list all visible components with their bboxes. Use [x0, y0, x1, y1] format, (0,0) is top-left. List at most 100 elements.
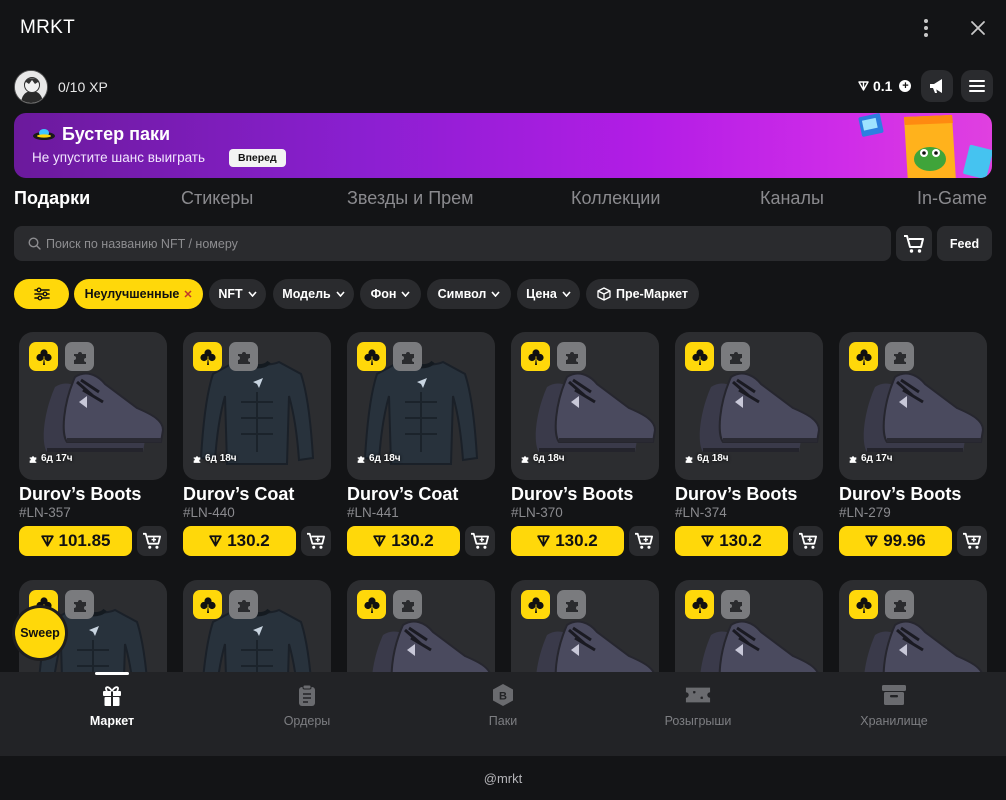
nav-giveaways[interactable]: Розыгрыши [600, 672, 796, 756]
puzzle-icon [885, 342, 914, 371]
filter-unupgraded-label: Неулучшенные [84, 287, 180, 301]
cube-icon [597, 287, 611, 301]
nft-number: #LN-374 [675, 505, 727, 520]
announcements-button[interactable] [921, 70, 953, 102]
puzzle-icon [721, 590, 750, 619]
nft-image[interactable] [347, 580, 495, 672]
feed-button[interactable]: Feed [937, 226, 992, 261]
booster-packs-banner[interactable]: Бустер паки Не упустите шанс выиграть Вп… [14, 113, 992, 178]
tab-stickers[interactable]: Стикеры [181, 188, 253, 209]
nav-market[interactable]: Маркет [14, 672, 210, 756]
nav-storage[interactable]: Хранилище [796, 672, 992, 756]
nav-packs[interactable]: B Паки [405, 672, 601, 756]
clover-icon [193, 590, 222, 619]
filter-unupgraded-chip[interactable]: Неулучшенные [74, 279, 203, 309]
puzzle-small-icon [685, 455, 693, 463]
tab-collections[interactable]: Коллекции [571, 188, 660, 209]
sweep-button[interactable]: Sweep [15, 608, 65, 658]
nft-image[interactable]: 6д 18ч [511, 332, 659, 480]
tab-in-game[interactable]: In-Game [917, 188, 987, 209]
nft-name: Durov’s Coat [347, 484, 459, 504]
add-balance-icon[interactable]: + [899, 80, 912, 92]
nft-image[interactable]: 6д 18ч [183, 332, 331, 480]
nft-image[interactable]: 6д 17ч [839, 332, 987, 480]
nft-image[interactable] [839, 580, 987, 672]
premarket-filter-button[interactable]: Пре-Маркет [586, 279, 699, 309]
nav-packs-label: Паки [488, 714, 518, 728]
search-bar[interactable] [14, 226, 891, 261]
search-input[interactable] [46, 226, 866, 261]
nft-name: Durov’s Coat [183, 484, 295, 504]
tab-channels[interactable]: Каналы [760, 188, 824, 209]
filter-nft-dropdown[interactable]: NFT [209, 279, 266, 309]
price-value: 99.96 [883, 531, 926, 550]
nft-image[interactable] [183, 580, 331, 672]
price-value: 130.2 [555, 531, 598, 550]
balance-value: 0.1 [873, 78, 893, 94]
filter-model-dropdown[interactable]: Модель [273, 279, 354, 309]
add-to-cart-button[interactable] [465, 526, 495, 556]
add-to-cart-button[interactable] [793, 526, 823, 556]
timer-text: 6д 18ч [533, 453, 565, 464]
ton-icon [373, 535, 386, 547]
ufo-icon [33, 129, 55, 140]
nft-name: Durov’s Boots [675, 484, 798, 504]
puzzle-icon [393, 342, 422, 371]
nft-number: #LN-279 [839, 505, 891, 520]
puzzle-small-icon [849, 455, 857, 463]
clover-icon [521, 342, 550, 371]
add-to-cart-button[interactable] [301, 526, 331, 556]
filter-settings-button[interactable] [14, 279, 69, 309]
banner-subtitle: Не упустите шанс выиграть [32, 150, 206, 165]
buy-price-button[interactable]: 99.96 [839, 526, 952, 556]
tab-gifts[interactable]: Подарки [14, 188, 90, 209]
timer-text: 6д 18ч [369, 453, 401, 464]
buy-price-button[interactable]: 130.2 [511, 526, 624, 556]
puzzle-icon [885, 590, 914, 619]
buy-price-button[interactable]: 130.2 [183, 526, 296, 556]
cart-plus-icon [635, 532, 653, 549]
more-menu-icon[interactable] [914, 16, 938, 40]
filter-price-label: Цена [526, 287, 557, 301]
ton-icon [537, 535, 550, 547]
nft-number: #LN-370 [511, 505, 563, 520]
lock-timer: 6д 17ч [848, 453, 893, 464]
puzzle-small-icon [357, 455, 365, 463]
ton-icon [865, 535, 878, 547]
balance[interactable]: 0.1 + [858, 78, 912, 94]
filter-background-label: Фон [370, 287, 397, 301]
nav-storage-label: Хранилище [860, 714, 928, 728]
nav-orders[interactable]: Ордеры [209, 672, 405, 756]
nft-image[interactable]: 6д 18ч [675, 332, 823, 480]
nft-image[interactable] [511, 580, 659, 672]
nft-number: #LN-441 [347, 505, 399, 520]
tab-stars-premium[interactable]: Звезды и Прем [347, 188, 474, 209]
add-to-cart-button[interactable] [629, 526, 659, 556]
xp-counter: 0/10 XP [58, 79, 108, 95]
premarket-label: Пре-Маркет [615, 287, 689, 301]
add-to-cart-button[interactable] [957, 526, 987, 556]
add-to-cart-button[interactable] [137, 526, 167, 556]
close-icon[interactable] [966, 16, 990, 40]
gift-icon [99, 682, 125, 708]
cart-button[interactable] [896, 226, 932, 261]
nft-image[interactable] [675, 580, 823, 672]
puzzle-icon [721, 342, 750, 371]
lock-timer: 6д 18ч [192, 453, 237, 464]
menu-button[interactable] [961, 70, 993, 102]
filter-background-dropdown[interactable]: Фон [360, 279, 421, 309]
avatar[interactable] [14, 70, 48, 104]
buy-price-button[interactable]: 130.2 [347, 526, 460, 556]
nft-name: Durov’s Boots [511, 484, 634, 504]
filter-symbol-dropdown[interactable]: Символ [427, 279, 511, 309]
sliders-icon [33, 287, 50, 301]
filter-price-dropdown[interactable]: Цена [517, 279, 580, 309]
nft-image[interactable]: 6д 18ч [347, 332, 495, 480]
banner-go-button[interactable]: Вперед [229, 149, 286, 167]
buy-price-button[interactable]: 101.85 [19, 526, 132, 556]
buy-price-button[interactable]: 130.2 [675, 526, 788, 556]
remove-filter-icon[interactable] [184, 290, 192, 298]
nft-image[interactable]: 6д 17ч [19, 332, 167, 480]
timer-text: 6д 18ч [205, 453, 237, 464]
nft-number: #LN-357 [19, 505, 71, 520]
